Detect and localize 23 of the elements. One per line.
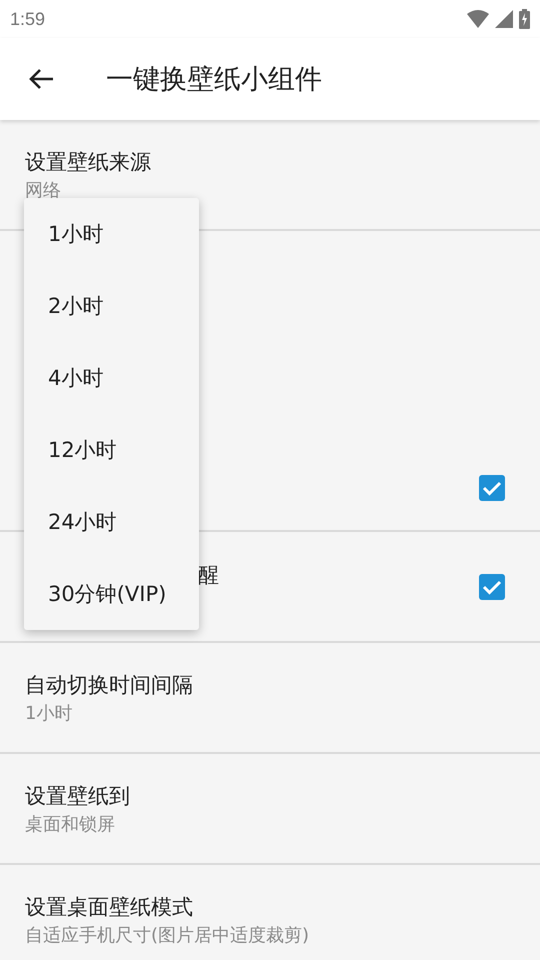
battery-charging-icon xyxy=(519,9,530,29)
wifi-icon xyxy=(467,10,489,28)
checkbox[interactable] xyxy=(478,572,506,600)
setting-title: 设置壁纸来源 xyxy=(25,148,151,176)
back-arrow-icon xyxy=(28,68,54,90)
setting-title: 设置桌面壁纸模式 xyxy=(25,894,194,920)
setting-title: 醒 xyxy=(198,562,219,588)
menu-item[interactable]: 2小时 xyxy=(24,270,199,342)
status-time: 1:59 xyxy=(10,8,46,30)
menu-item[interactable]: 30分钟(VIP) xyxy=(24,558,199,630)
settings-row[interactable]: 自动切换时间间隔 1小时 xyxy=(0,643,540,754)
menu-item[interactable]: 4小时 xyxy=(24,342,199,414)
screen-title: 一键换壁纸小组件 xyxy=(106,63,322,97)
menu-item[interactable]: 12小时 xyxy=(24,414,199,486)
setting-summary: 自适应手机尺寸(图片居中适度裁剪) xyxy=(25,924,310,946)
setting-summary: 1小时 xyxy=(25,702,74,724)
setting-summary: 桌面和锁屏 xyxy=(25,812,116,836)
signal-icon xyxy=(495,10,513,28)
setting-title: 设置壁纸到 xyxy=(25,782,130,810)
checkbox[interactable] xyxy=(478,474,506,502)
settings-row[interactable]: 设置壁纸到 桌面和锁屏 xyxy=(0,754,540,865)
setting-title: 自动切换时间间隔 xyxy=(25,672,193,698)
settings-row[interactable]: 设置桌面壁纸模式 自适应手机尺寸(图片居中适度裁剪) xyxy=(0,865,540,960)
